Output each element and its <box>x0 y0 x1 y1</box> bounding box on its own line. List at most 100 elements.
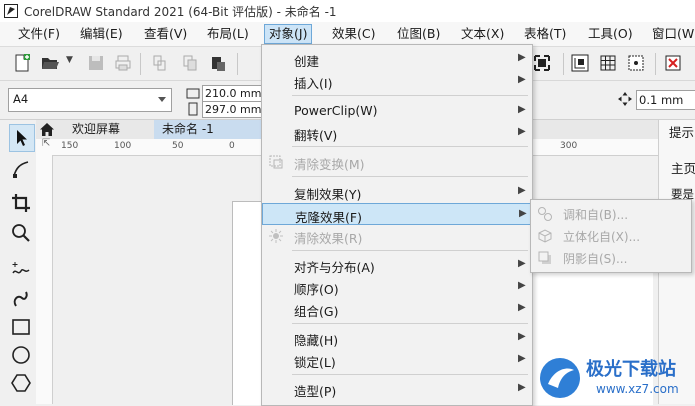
extrude-icon <box>538 229 552 243</box>
menu-item-label: 隐藏(H) <box>294 333 339 348</box>
menu-item-clear-transformations[interactable]: 清除变换(M) <box>262 151 532 173</box>
menu-object[interactable]: 对象(J) <box>264 24 313 44</box>
page-size-select[interactable]: A4 <box>8 88 172 112</box>
menu-edit[interactable]: 编辑(E) <box>76 25 127 43</box>
open-folder-icon[interactable] <box>40 53 60 73</box>
menu-window[interactable]: 窗口(W) <box>648 25 695 43</box>
page-height-field[interactable]: 297.0 mm <box>202 101 270 118</box>
menu-effects[interactable]: 效果(C) <box>328 25 379 43</box>
toolbar-separator <box>140 53 141 75</box>
crop-tool-icon[interactable] <box>10 192 32 214</box>
submenu-item-label: 调和自(B)... <box>563 208 629 222</box>
save-icon[interactable] <box>86 53 106 73</box>
cut-icon[interactable] <box>150 53 170 73</box>
menu-item-label: 创建 <box>294 54 320 69</box>
docker-title: 提示 <box>669 125 695 140</box>
toolbar-separator <box>655 53 656 75</box>
polygon-tool-icon[interactable] <box>10 372 32 394</box>
menu-item-align-distribute[interactable]: 对齐与分布(A) ▶ <box>262 254 532 276</box>
ruler-tick: 100 <box>114 141 132 151</box>
tab-document[interactable]: 未命名 -1 <box>154 120 262 139</box>
menu-item-label: 对齐与分布(A) <box>294 260 375 275</box>
menu-item-label: 插入(I) <box>294 76 333 91</box>
menu-item-label: 造型(P) <box>294 384 337 399</box>
artistic-media-icon[interactable] <box>10 288 32 310</box>
menu-item-copy-effect[interactable]: 复制效果(Y) ▶ <box>262 181 532 203</box>
docker-text: 主页 <box>671 161 695 176</box>
page-width-field[interactable]: 210.0 mm <box>202 85 270 102</box>
menu-item-flip[interactable]: 翻转(V) ▶ <box>262 122 532 144</box>
menu-item-label: PowerClip(W) <box>294 103 378 118</box>
menu-item-lock[interactable]: 锁定(L) ▶ <box>262 349 532 371</box>
menu-item-label: 顺序(O) <box>294 282 339 297</box>
submenu-item-blend-from[interactable]: 调和自(B)... <box>531 203 691 225</box>
zoom-tool-icon[interactable] <box>10 222 32 244</box>
submenu-arrow-icon: ▶ <box>518 104 526 115</box>
menu-item-clone-effect[interactable]: 克隆效果(F) ▶ <box>262 203 532 225</box>
menu-item-insert[interactable]: 插入(I) ▶ <box>262 70 532 92</box>
menu-item-label: 清除效果(R) <box>294 231 363 246</box>
menu-layout[interactable]: 布局(L) <box>203 25 253 43</box>
full-screen-icon[interactable] <box>532 53 552 73</box>
ruler-tick: 50 <box>172 141 184 151</box>
menu-item-group[interactable]: 组合(G) ▶ <box>262 298 532 320</box>
paste-icon[interactable] <box>208 53 228 73</box>
window-title: CorelDRAW Standard 2021 (64-Bit 评估版) - 未… <box>24 5 337 19</box>
menu-item-powerclip[interactable]: PowerClip(W) ▶ <box>262 100 532 122</box>
pointer-arrow-icon <box>17 130 27 146</box>
print-icon[interactable] <box>113 53 133 73</box>
shape-tool-icon[interactable] <box>10 158 32 180</box>
menu-item-order[interactable]: 顺序(O) ▶ <box>262 276 532 298</box>
menu-separator <box>292 146 528 147</box>
nudge-distance-field[interactable]: 0.1 mm <box>636 90 695 110</box>
blend-icon <box>538 207 552 221</box>
menu-item-label: 翻转(V) <box>294 128 338 143</box>
pick-tool-button[interactable] <box>9 124 35 152</box>
menu-separator <box>292 374 528 375</box>
rulers-icon[interactable] <box>570 53 590 73</box>
clone-effect-submenu: 调和自(B)... 立体化自(X)... 阴影自(S)... <box>530 199 692 273</box>
tab-welcome[interactable]: 欢迎屏幕 <box>64 120 128 139</box>
new-document-icon[interactable] <box>12 53 32 73</box>
page-height-icon <box>188 102 198 116</box>
menu-item-hide[interactable]: 隐藏(H) ▶ <box>262 327 532 349</box>
chevron-down-icon <box>158 97 166 102</box>
menu-item-label: 克隆效果(F) <box>295 210 362 225</box>
menu-item-create[interactable]: 创建 ▶ <box>262 48 532 70</box>
menu-item-shaping[interactable]: 造型(P) ▶ <box>262 378 532 400</box>
menu-tools[interactable]: 工具(O) <box>584 25 637 43</box>
toolbar-separator <box>237 53 238 75</box>
snap-off-icon[interactable] <box>663 53 683 73</box>
menu-item-label: 复制效果(Y) <box>294 187 362 202</box>
submenu-item-shadow-from[interactable]: 阴影自(S)... <box>531 247 691 269</box>
nudge-distance-icon <box>618 92 632 106</box>
submenu-item-extrude-from[interactable]: 立体化自(X)... <box>531 225 691 247</box>
menu-item-label: 组合(G) <box>294 304 339 319</box>
guidelines-icon[interactable] <box>626 53 646 73</box>
copy-icon[interactable] <box>180 53 200 73</box>
grid-icon[interactable] <box>598 53 618 73</box>
ruler-tick: 0 <box>229 141 235 151</box>
menu-item-clear-effect[interactable]: 清除效果(R) <box>262 225 532 247</box>
submenu-arrow-icon: ▶ <box>518 126 526 137</box>
rectangle-tool-icon[interactable] <box>10 316 32 338</box>
clear-effect-icon <box>269 229 283 243</box>
ruler-origin-icon[interactable]: ⇱ <box>42 138 50 149</box>
toolbar-separator <box>563 53 564 75</box>
menu-item-label: 锁定(L) <box>294 355 336 370</box>
menu-bitmaps[interactable]: 位图(B) <box>393 25 444 43</box>
page-width-icon <box>186 88 200 99</box>
menu-text[interactable]: 文本(X) <box>457 25 508 43</box>
menu-file[interactable]: 文件(F) <box>14 25 64 43</box>
home-icon[interactable] <box>39 122 55 137</box>
freehand-tool-icon[interactable] <box>10 258 32 280</box>
chevron-down-icon[interactable]: ▼ <box>66 55 73 65</box>
ruler-tick: 150 <box>61 141 79 151</box>
toolbox <box>0 120 37 404</box>
menu-table[interactable]: 表格(T) <box>520 25 570 43</box>
menu-view[interactable]: 查看(V) <box>140 25 191 43</box>
ellipse-tool-icon[interactable] <box>10 344 32 366</box>
watermark-url: www.xz7.com <box>596 382 679 396</box>
ruler-tick: 300 <box>560 141 578 151</box>
menu-separator <box>292 176 528 177</box>
